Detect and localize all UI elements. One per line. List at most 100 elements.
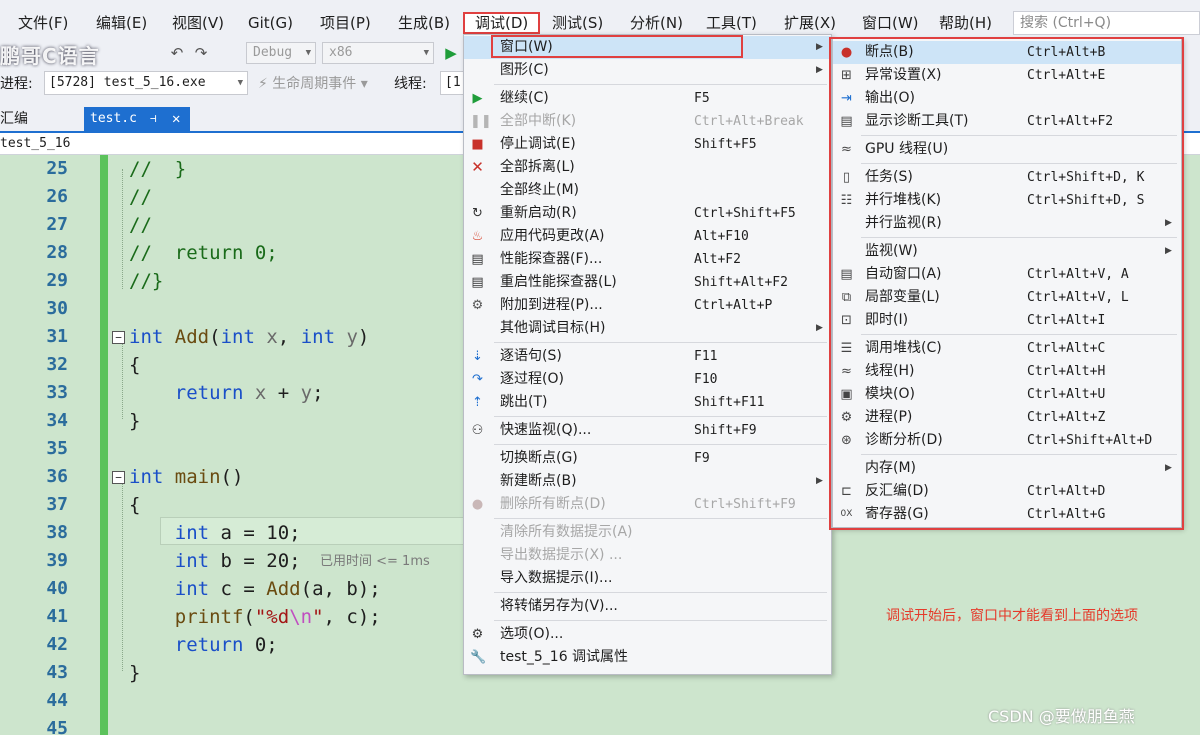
config-dropdown[interactable]: Debug ▼ (246, 42, 316, 64)
menu-item-options[interactable]: ⚙ 选项(O)... (464, 623, 831, 646)
menu-item-call-stack[interactable]: ☰ 调用堆栈(C) Ctrl+Alt+C (833, 337, 1181, 360)
menu-item-exception-settings[interactable]: ⊞ 异常设置(X) Ctrl+Alt+E (833, 64, 1181, 87)
menu-window[interactable]: 窗口(W) (860, 12, 921, 34)
lifecycle-events[interactable]: ⚡ 生命周期事件 ▾ (258, 73, 368, 93)
menu-item-step-into[interactable]: ⇣ 逐语句(S) F11 (464, 345, 831, 368)
separator (861, 135, 1177, 136)
menu-item-profiler[interactable]: ▤ 性能探查器(F)... Alt+F2 (464, 248, 831, 271)
menu-project[interactable]: 项目(P) (318, 12, 373, 34)
menu-item-toggle-breakpoint[interactable]: 切换断点(G) F9 (464, 447, 831, 470)
line-number: 25 (46, 158, 68, 179)
code-line: return 0; (174, 634, 278, 656)
menu-item-disassembly[interactable]: ⊏ 反汇编(D) Ctrl+Alt+D (833, 480, 1181, 503)
line-number: 38 (46, 522, 68, 543)
pause-icon: ❚❚ (470, 114, 492, 129)
menu-item-tasks[interactable]: ▯ 任务(S) Ctrl+Shift+D, K (833, 166, 1181, 189)
fold-toggle-icon[interactable]: − (112, 331, 125, 344)
menu-item-detach-all[interactable]: ✕ 全部拆离(L) (464, 156, 831, 179)
menu-item-relaunch-profiler[interactable]: ▤ 重启性能探查器(L) Shift+Alt+F2 (464, 271, 831, 294)
menu-item-clear-datatips[interactable]: 清除所有数据提示(A) (464, 521, 831, 544)
menu-item-gpu-threads[interactable]: ≈ GPU 线程(U) (833, 138, 1181, 161)
profiler-icon: ▤ (471, 252, 484, 267)
menu-item-autos[interactable]: ▤ 自动窗口(A) Ctrl+Alt+V, A (833, 263, 1181, 286)
menu-item-import-datatips[interactable]: 导入数据提示(I)... (464, 567, 831, 590)
menu-item-apply-code-changes[interactable]: ♨ 应用代码更改(A) Alt+F10 (464, 225, 831, 248)
profiler-restart-icon: ▤ (471, 275, 484, 290)
tasks-icon: ▯ (842, 170, 851, 185)
menu-tools[interactable]: 工具(T) (704, 12, 759, 34)
process-dropdown[interactable]: [5728] test_5_16.exe ▼ (44, 71, 248, 95)
menu-item-processes[interactable]: ⚙ 进程(P) Ctrl+Alt+Z (833, 406, 1181, 429)
menu-item-quickwatch[interactable]: ⚇ 快速监视(Q)... Shift+F9 (464, 419, 831, 442)
menu-build[interactable]: 生成(B) (396, 12, 452, 34)
close-icon[interactable]: ✕ (172, 107, 180, 131)
undo-icon[interactable]: ↶ (168, 44, 186, 62)
menu-item-locals[interactable]: ⧉ 局部变量(L) Ctrl+Alt+V, L (833, 286, 1181, 309)
menu-item-delete-all-breakpoints[interactable]: ● 删除所有断点(D) Ctrl+Shift+F9 (464, 493, 831, 516)
elapsed-time-hint: 已用时间 <= 1ms (320, 554, 430, 569)
menu-item-attach-to-process[interactable]: ⚙ 附加到进程(P)... Ctrl+Alt+P (464, 294, 831, 317)
menu-git[interactable]: Git(G) (246, 12, 295, 34)
menu-item-step-out[interactable]: ⇡ 跳出(T) Shift+F11 (464, 391, 831, 414)
line-number: 30 (46, 298, 68, 319)
menu-item-parallel-stacks[interactable]: ☷ 并行堆栈(K) Ctrl+Shift+D, S (833, 189, 1181, 212)
menu-item-graphics[interactable]: 图形(C) ▶ (464, 59, 831, 82)
menu-item-threads[interactable]: ≈ 线程(H) Ctrl+Alt+H (833, 360, 1181, 383)
menu-item-break-all[interactable]: ❚❚ 全部中断(K) Ctrl+Alt+Break (464, 110, 831, 133)
menu-item-modules[interactable]: ▣ 模块(O) Ctrl+Alt+U (833, 383, 1181, 406)
autos-icon: ▤ (840, 267, 853, 282)
menu-extensions[interactable]: 扩展(X) (782, 12, 838, 34)
play-icon[interactable]: ▶ (442, 44, 460, 62)
title-strip (0, 0, 1200, 8)
menu-debug[interactable]: 调试(D) (463, 12, 541, 34)
menu-item-diagnostic-tools[interactable]: ▤ 显示诊断工具(T) Ctrl+Alt+F2 (833, 110, 1181, 133)
parallel-stacks-icon: ☷ (840, 193, 853, 208)
menu-item-memory[interactable]: 内存(M) ▶ (833, 457, 1181, 480)
menu-file[interactable]: 文件(F) (16, 12, 70, 34)
menu-item-new-breakpoint[interactable]: 新建断点(B) ▶ (464, 470, 831, 493)
menu-item-output[interactable]: ⇥ 输出(O) (833, 87, 1181, 110)
menu-test[interactable]: 测试(S) (550, 12, 605, 34)
redo-icon[interactable]: ↷ (192, 44, 210, 62)
menu-item-export-datatips[interactable]: 导出数据提示(X) ... (464, 544, 831, 567)
menu-item-registers[interactable]: 0X 寄存器(G) Ctrl+Alt+G (833, 503, 1181, 526)
menu-item-terminate-all[interactable]: 全部终止(M) (464, 179, 831, 202)
fold-toggle-icon[interactable]: − (112, 471, 125, 484)
registers-icon: 0X (840, 509, 853, 519)
code-line: { (129, 494, 141, 516)
menu-item-other-targets[interactable]: 其他调试目标(H) ▶ (464, 317, 831, 340)
menu-item-diagnostic-analysis[interactable]: ⊛ 诊断分析(D) Ctrl+Shift+Alt+D (833, 429, 1181, 452)
separator (494, 342, 827, 343)
menu-edit[interactable]: 编辑(E) (94, 12, 149, 34)
menu-item-breakpoints[interactable]: ● 断点(B) Ctrl+Alt+B (833, 41, 1181, 64)
menu-item-debug-properties[interactable]: 🔧 test_5_16 调试属性 (464, 646, 831, 669)
chevron-right-icon: ▶ (1165, 463, 1172, 473)
menu-item-window[interactable]: 窗口(W) ▶ (464, 36, 831, 59)
search-input[interactable]: 搜索 (Ctrl+Q) (1013, 11, 1200, 35)
tab-test-c[interactable]: test.c ⊣ ✕ (84, 107, 190, 133)
line-number: 43 (46, 662, 68, 683)
separator (494, 518, 827, 519)
gpu-threads-icon: ≈ (841, 142, 852, 157)
code-line: int c = Add(a, b); (174, 578, 381, 600)
menu-item-stop-debugging[interactable]: ■ 停止调试(E) Shift+F5 (464, 133, 831, 156)
menu-item-continue[interactable]: ▶ 继续(C) F5 (464, 87, 831, 110)
menu-analyze[interactable]: 分析(N) (628, 12, 685, 34)
menu-item-save-dump[interactable]: 将转储另存为(V)... (464, 595, 831, 618)
menu-item-parallel-watch[interactable]: 并行监视(R) ▶ (833, 212, 1181, 235)
diagnostics-icon: ▤ (840, 114, 853, 129)
chevron-right-icon: ▶ (1165, 246, 1172, 256)
menu-item-watch[interactable]: 监视(W) ▶ (833, 240, 1181, 263)
menu-help[interactable]: 帮助(H) (937, 12, 994, 34)
separator (494, 592, 827, 593)
menu-item-restart[interactable]: ↻ 重新启动(R) Ctrl+Shift+F5 (464, 202, 831, 225)
menu-item-step-over[interactable]: ↷ 逐过程(O) F10 (464, 368, 831, 391)
pin-icon[interactable]: ⊣ (150, 107, 157, 131)
menu-view[interactable]: 视图(V) (170, 12, 226, 34)
step-over-icon: ↷ (472, 372, 483, 387)
menu-item-immediate[interactable]: ⊡ 即时(I) Ctrl+Alt+I (833, 309, 1181, 332)
platform-dropdown[interactable]: x86 ▼ (322, 42, 434, 64)
process-label: 进程: (0, 76, 33, 92)
tab-disassembly[interactable]: 汇编 (0, 108, 28, 128)
line-number: 37 (46, 494, 68, 515)
